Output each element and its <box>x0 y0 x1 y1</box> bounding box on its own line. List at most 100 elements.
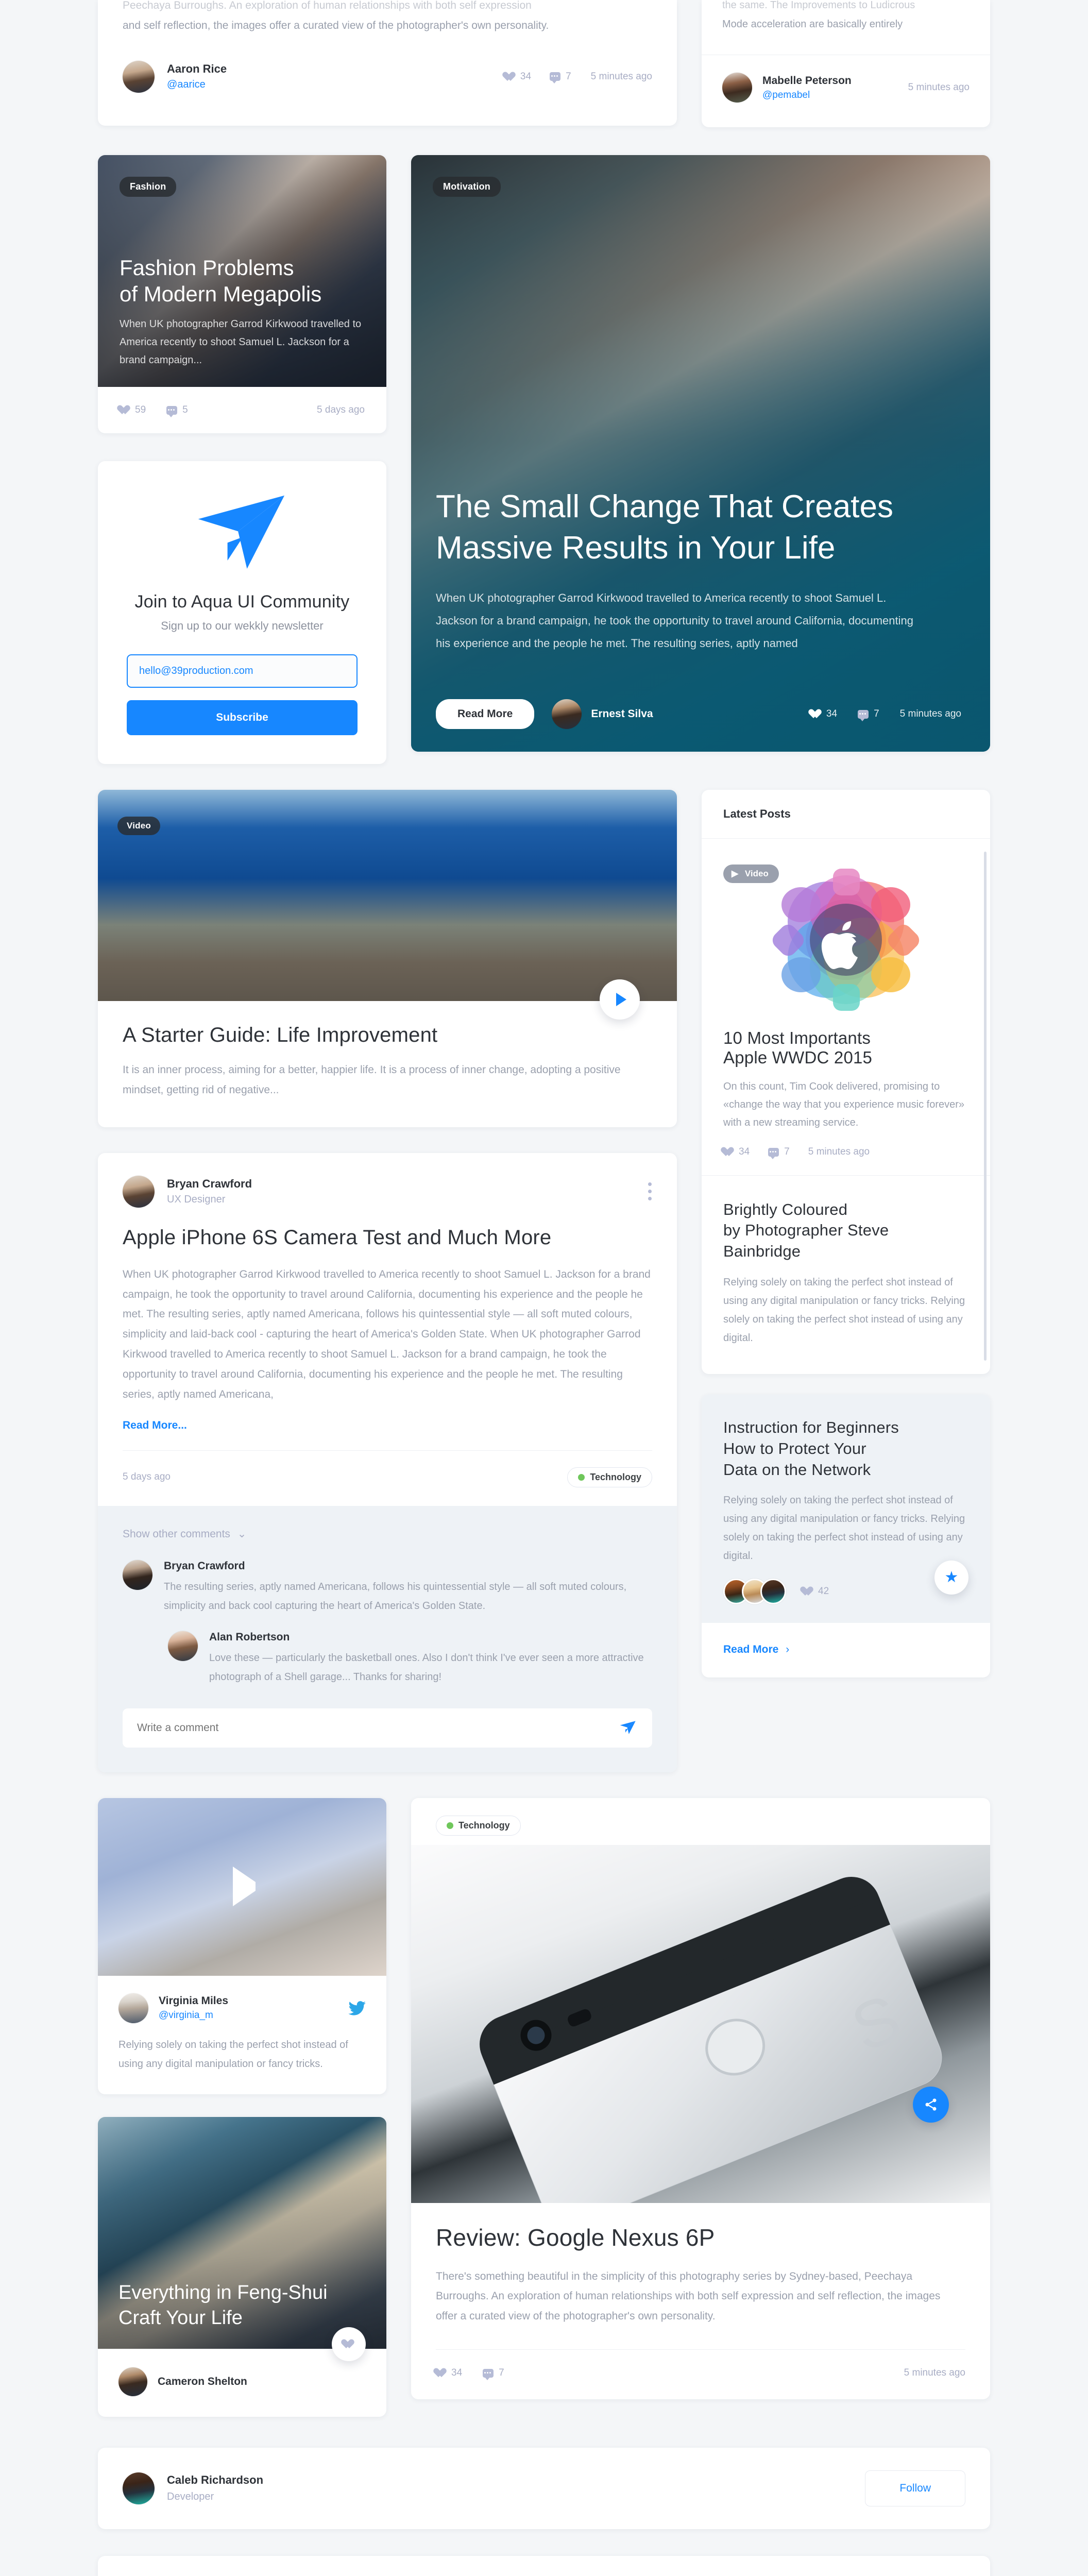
motivation-title-line1: The Small Change That Creates <box>436 489 893 525</box>
latest-post-title-line2: Apple WWDC 2015 <box>723 1048 873 1067</box>
latest-posts-header: Latest Posts <box>723 807 791 820</box>
play-icon <box>233 1867 256 1907</box>
fashion-cover-image: Fashion Fashion Problems of Modern Megap… <box>98 155 386 387</box>
heart-icon[interactable] <box>811 709 821 719</box>
heart-icon[interactable] <box>723 1147 734 1157</box>
instruction-read-more-link[interactable]: Read More › <box>723 1643 789 1655</box>
send-icon[interactable] <box>619 1720 637 1735</box>
article-card[interactable]: Bryan Crawford UX Designer Apple iPhone … <box>98 1153 677 1772</box>
follow-button[interactable]: Follow <box>865 2470 965 2506</box>
article-author-role: UX Designer <box>167 1194 226 1206</box>
article-timestamp: 5 days ago <box>123 1471 171 1483</box>
scrollbar-thumb[interactable] <box>984 852 987 1361</box>
heart-icon[interactable] <box>120 405 130 415</box>
top-left-excerpt-line1: Peechaya Burroughs. An exploration of hu… <box>123 0 532 11</box>
nexus-cover-image: S <box>411 1844 990 2225</box>
instruction-title-line1: Instruction for Beginners <box>723 1418 899 1436</box>
latest-post-item[interactable]: Brightly Coloured by Photographer Steve … <box>702 1176 990 1374</box>
show-other-comments-toggle[interactable]: Show other comments ⌄ <box>123 1528 652 1540</box>
follow-card: Caleb Richardson Developer Follow <box>98 2447 990 2529</box>
top-left-post-card[interactable]: Peechaya Burroughs. An exploration of hu… <box>98 0 677 126</box>
like-button[interactable] <box>332 2327 366 2361</box>
video-badge[interactable]: ▶ Video <box>723 865 779 883</box>
comment-icon[interactable] <box>483 2368 494 2380</box>
motivation-read-more-button[interactable]: Read More <box>436 699 535 729</box>
knit-cover-image <box>98 1798 386 1976</box>
fashion-post-card[interactable]: Fashion Fashion Problems of Modern Megap… <box>98 155 386 433</box>
more-options-icon[interactable] <box>648 1182 652 1201</box>
article-category-badge[interactable]: Technology <box>567 1467 652 1487</box>
avatar <box>168 1631 198 1661</box>
avatar <box>123 2472 155 2504</box>
share-icon <box>925 2098 937 2111</box>
latest-post-title-line3: Bainbridge <box>723 1242 801 1260</box>
newsletter-email-input[interactable] <box>127 654 358 688</box>
heart-icon[interactable] <box>436 2368 446 2378</box>
top-right-post-card[interactable]: the same. The Improvements to Ludicrous … <box>702 0 990 127</box>
comment-input[interactable] <box>123 1708 652 1748</box>
top-right-author-name: Mabelle Peterson <box>762 74 852 87</box>
instruction-excerpt: Relying solely on taking the perfect sho… <box>723 1494 965 1562</box>
share-button[interactable] <box>913 2086 949 2123</box>
nexus-like-count: 34 <box>451 2367 463 2379</box>
liker-avatar-group[interactable] <box>723 1578 786 1604</box>
nexus-comment-count: 7 <box>499 2367 504 2379</box>
subscribe-button[interactable]: Subscribe <box>127 700 358 735</box>
motivation-excerpt: When UK photographer Garrod Kirkwood tra… <box>436 591 913 650</box>
star-icon: ★ <box>944 1568 959 1586</box>
comment-icon[interactable] <box>166 405 178 417</box>
instruction-post-card[interactable]: Instruction for Beginners How to Protect… <box>702 1394 990 1677</box>
fashion-category-badge[interactable]: Fashion <box>120 177 177 197</box>
top-left-author-name: Aaron Rice <box>167 62 227 76</box>
motivation-category-badge[interactable]: Motivation <box>433 177 501 197</box>
comment-icon[interactable] <box>550 72 561 84</box>
nexus-review-card[interactable]: Technology S Review: Google Nexus 6P The… <box>411 1798 990 2400</box>
comment-icon[interactable] <box>768 1147 779 1159</box>
motivation-author-name: Ernest Silva <box>591 708 653 720</box>
comment-icon[interactable] <box>858 709 869 721</box>
starter-guide-title: A Starter Guide: Life Improvement <box>123 1024 438 1046</box>
latest-post-comment-count: 7 <box>784 1146 790 1157</box>
status-dot-icon <box>578 1473 585 1481</box>
article-category-label: Technology <box>590 1471 641 1482</box>
avatar <box>123 1560 152 1590</box>
wwdc-logo-image <box>772 869 920 1011</box>
follow-author-name: Caleb Richardson <box>167 2473 264 2487</box>
feng-shui-card[interactable]: Everything in Feng-Shui Craft Your Life … <box>98 2116 386 2417</box>
motivation-hero-card[interactable]: Motivation The Small Change That Creates… <box>411 155 990 752</box>
nexus-category-badge[interactable]: Technology <box>436 1815 521 1836</box>
knit-author-handle[interactable]: @virginia_m <box>159 2010 213 2021</box>
latest-post-title-line1: 10 Most Importants <box>723 1028 871 1047</box>
top-right-excerpt-line1: the same. The Improvements to Ludicrous <box>722 0 915 11</box>
video-badge[interactable]: Video <box>117 817 160 835</box>
nexus-title: Review: Google Nexus 6P <box>436 2224 715 2251</box>
heart-icon[interactable] <box>803 1587 813 1596</box>
video-starter-guide-card[interactable]: Video A Starter Guide: Life Improvement … <box>98 790 677 1127</box>
nexus-timestamp: 5 minutes ago <box>904 2367 965 2379</box>
fashion-comment-count: 5 <box>182 404 188 415</box>
heart-icon[interactable] <box>505 72 515 81</box>
fashion-title-line2: of Modern Megapolis <box>120 281 322 306</box>
top-left-author-handle[interactable]: @aarice <box>167 79 206 90</box>
top-left-like-count: 34 <box>520 71 532 82</box>
latest-post-item[interactable]: ▶ Video 10 Most Importants Apple WWDC 20… <box>702 839 990 1175</box>
favorite-button[interactable]: ★ <box>934 1560 968 1595</box>
article-author-name: Bryan Crawford <box>167 1177 252 1191</box>
starter-guide-cover-image: Video <box>98 790 677 1001</box>
article-read-more-link[interactable]: Read More... <box>123 1419 187 1431</box>
knit-video-card[interactable]: Virginia Miles @virginia_m Relying solel… <box>98 1798 386 2094</box>
comment-author-name: Alan Robertson <box>209 1631 290 1643</box>
play-button[interactable] <box>229 1867 256 1907</box>
avatar <box>760 1578 786 1604</box>
motivation-like-count: 34 <box>826 708 838 719</box>
latest-post-title-line1: Brightly Coloured <box>723 1200 848 1218</box>
motivation-comment-count: 7 <box>874 708 879 719</box>
latest-post-excerpt: Relying solely on taking the perfect sho… <box>723 1276 965 1344</box>
newsletter-card: Join to Aqua UI Community Sign up to our… <box>98 461 386 764</box>
fashion-timestamp: 5 days ago <box>317 404 365 415</box>
top-right-author-handle[interactable]: @pemabel <box>762 90 810 100</box>
tags-social-card: Technology Review Advertising 125 75 <box>98 2555 990 2576</box>
play-button[interactable] <box>600 979 640 1020</box>
twitter-icon[interactable] <box>348 2001 366 2015</box>
newsletter-title: Join to Aqua UI Community <box>134 592 350 612</box>
